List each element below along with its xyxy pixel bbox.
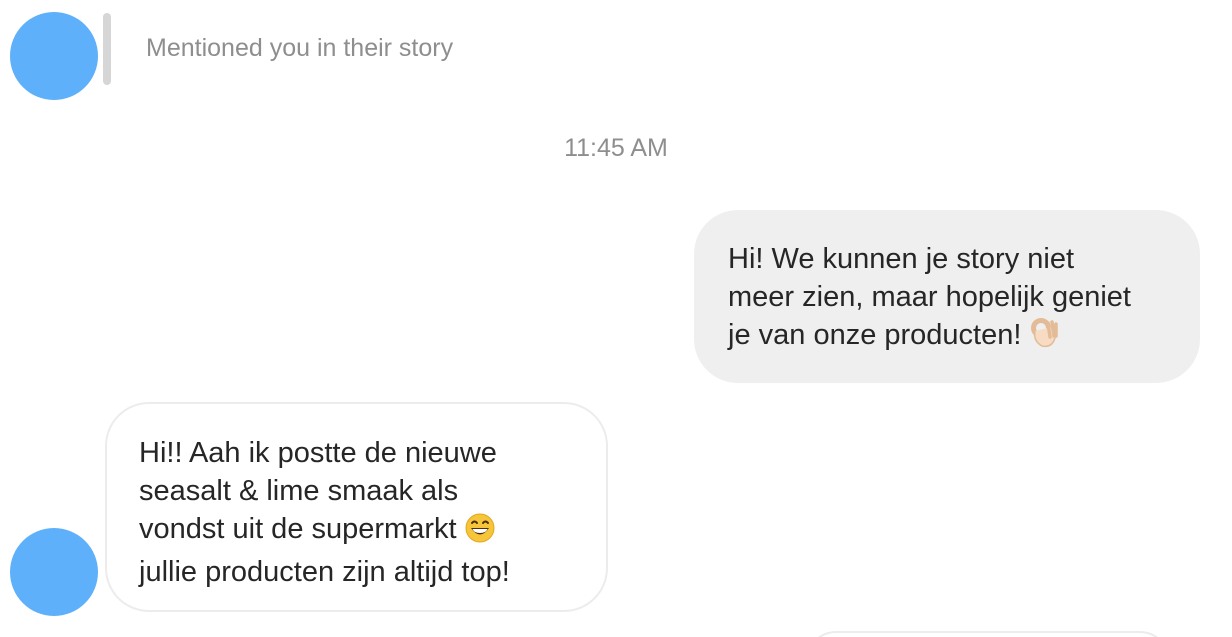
chat-thread: Mentioned you in their story 11:45 AM Hi…: [0, 0, 1232, 637]
message-line: je van onze producten!: [728, 316, 1166, 359]
incoming-message-bubble[interactable]: Hi!! Aah ik postte de nieuwe seasalt & l…: [105, 402, 608, 612]
message-line: Hi!! Aah ik postte de nieuwe: [139, 437, 497, 469]
message-line: jullie producten zijn altijd top!: [139, 556, 510, 588]
message-line-text: vondst uit de supermarkt: [139, 513, 457, 545]
message-line: seasalt & lime smaak als: [139, 475, 459, 507]
ok-hand-emoji-icon: [1029, 317, 1059, 359]
next-message-bubble[interactable]: [806, 631, 1170, 637]
message-line-text: je van onze producten!: [728, 319, 1022, 351]
message-line: meer zien, maar hopelijk geniet: [728, 281, 1131, 313]
story-mention-text[interactable]: Mentioned you in their story: [146, 34, 453, 63]
grinning-face-emoji-icon: [465, 513, 495, 553]
message-line: Hi! We kunnen je story niet: [728, 243, 1075, 275]
story-reply-bar: [103, 13, 111, 85]
message-timestamp: 11:45 AM: [564, 134, 668, 162]
message-line: vondst uit de supermarkt: [139, 510, 574, 553]
avatar[interactable]: [10, 12, 98, 100]
avatar[interactable]: [10, 528, 98, 616]
outgoing-message-bubble[interactable]: Hi! We kunnen je story niet meer zien, m…: [694, 210, 1200, 383]
